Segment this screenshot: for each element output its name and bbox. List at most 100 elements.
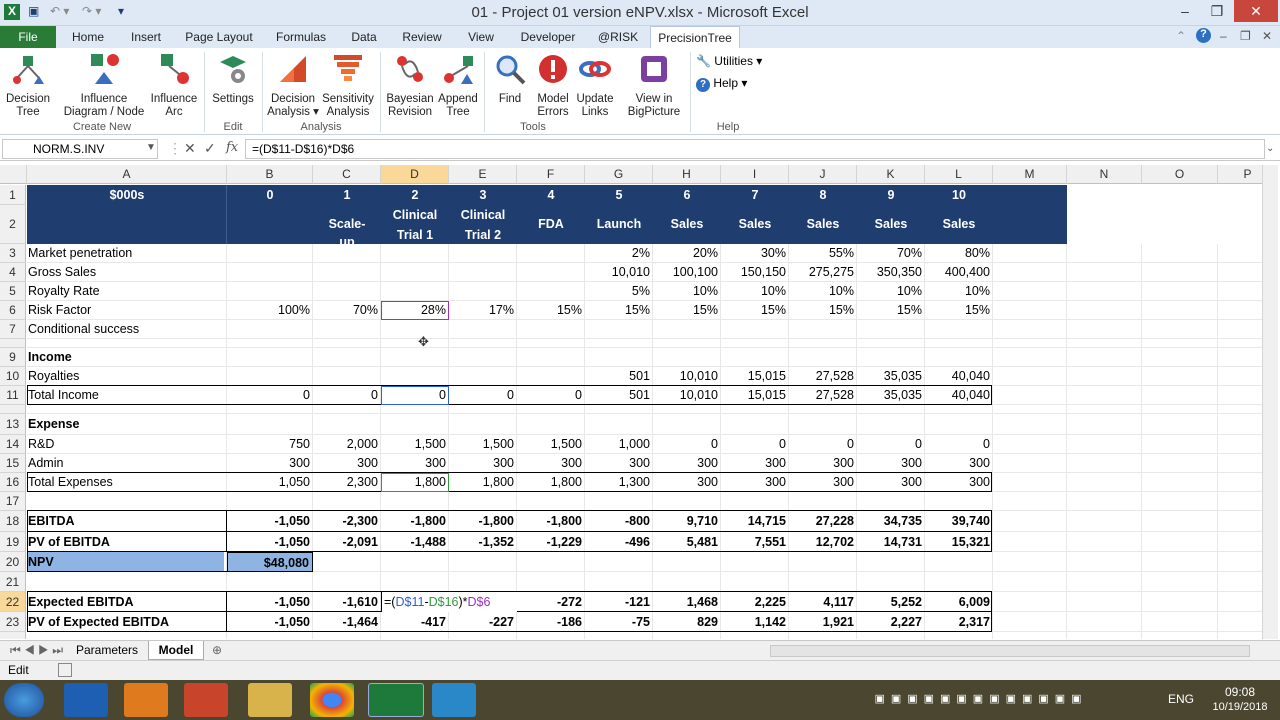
data-cell[interactable]: 2,000 [313, 435, 381, 454]
data-cell[interactable]: 10,010 [653, 367, 721, 386]
column-header-b[interactable]: B [227, 165, 313, 184]
data-cell[interactable]: 150,150 [721, 263, 789, 282]
cancel-icon[interactable]: ✕ [184, 140, 196, 157]
data-cell[interactable]: 15% [585, 301, 653, 320]
row-header-3[interactable]: 3 [0, 244, 26, 263]
column-header-d[interactable]: D [381, 165, 449, 184]
data-cell[interactable]: 100,100 [653, 263, 721, 282]
row-header-2[interactable]: 2 [0, 205, 26, 244]
tab-view[interactable]: View [460, 26, 502, 48]
data-cell[interactable]: 15,015 [721, 367, 789, 386]
data-cell[interactable]: 0 [653, 435, 721, 454]
row-header-12[interactable] [0, 405, 26, 414]
data-cell[interactable]: 300 [585, 454, 653, 473]
row-header-21[interactable]: 21 [0, 572, 26, 592]
insert-sheet-icon[interactable]: ⊕ [206, 641, 228, 660]
macro-record-icon[interactable] [58, 663, 72, 677]
row-header-18[interactable]: 18 [0, 511, 26, 532]
settings-button[interactable]: Settings [208, 52, 258, 106]
tab-precisiontree[interactable]: PrecisionTree [650, 26, 740, 48]
data-cell[interactable]: 15% [517, 301, 585, 320]
column-header-o[interactable]: O [1142, 165, 1218, 184]
ribbon-minimize-icon[interactable]: ⌃ [1176, 29, 1186, 45]
data-cell[interactable]: 5% [585, 282, 653, 301]
data-cell[interactable]: 1,500 [381, 435, 449, 454]
data-cell[interactable]: 10% [789, 282, 857, 301]
data-cell[interactable]: 17% [449, 301, 517, 320]
data-cell[interactable]: 300 [313, 454, 381, 473]
column-header-f[interactable]: F [517, 165, 585, 184]
tab-file[interactable]: File [0, 26, 56, 48]
tab-developer[interactable]: Developer [516, 26, 580, 48]
data-cell[interactable]: 1,000 [585, 435, 653, 454]
data-cell[interactable]: 10,010 [585, 263, 653, 282]
sheet-tab-model[interactable]: Model [148, 641, 204, 660]
data-cell[interactable]: 100% [227, 301, 313, 320]
column-header-a[interactable]: A [27, 165, 227, 184]
column-header-j[interactable]: J [789, 165, 857, 184]
help-menu[interactable]: ? Help ▾ [696, 76, 747, 92]
system-tray-icons[interactable]: ▣▣▣▣▣▣▣▣▣▣▣▣▣ [806, 692, 1156, 708]
row-header-17[interactable]: 17 [0, 492, 26, 511]
data-cell[interactable]: 750 [227, 435, 313, 454]
clock-time[interactable]: 09:08 [1200, 685, 1280, 699]
taskbar-excel-icon[interactable] [368, 683, 424, 717]
tab-page-layout[interactable]: Page Layout [182, 26, 256, 48]
start-button-icon[interactable] [4, 683, 44, 717]
namebox-dropdown-icon[interactable]: ▼ [146, 142, 156, 153]
taskbar-outlook-icon[interactable] [124, 683, 168, 717]
insert-function-icon[interactable]: fx [226, 140, 238, 155]
data-cell[interactable]: 10% [721, 282, 789, 301]
name-box[interactable]: NORM.S.INV [2, 139, 158, 159]
doc-minimize-icon[interactable]: – [1220, 29, 1227, 45]
data-cell[interactable]: 35,035 [857, 367, 925, 386]
data-cell[interactable]: 300 [517, 454, 585, 473]
row-header-7[interactable]: 7 [0, 320, 26, 339]
row-header-13[interactable]: 13 [0, 414, 26, 435]
tab-risk[interactable]: @RISK [592, 26, 644, 48]
formula-input[interactable]: =(D$11-D$16)*D$6 [245, 139, 1265, 159]
tab-insert[interactable]: Insert [124, 26, 168, 48]
utilities-menu[interactable]: 🔧 Utilities ▾ [696, 54, 762, 68]
data-cell[interactable]: 10% [653, 282, 721, 301]
data-cell[interactable]: 300 [925, 454, 993, 473]
column-header-k[interactable]: K [857, 165, 925, 184]
row-header-11[interactable]: 11 [0, 386, 26, 405]
data-cell[interactable]: 1,500 [449, 435, 517, 454]
data-cell[interactable]: 0 [721, 435, 789, 454]
data-cell[interactable]: 0 [925, 435, 993, 454]
taskbar-app2-icon[interactable] [432, 683, 476, 717]
data-cell[interactable]: 501 [585, 367, 653, 386]
model-errors-button[interactable]: Model Errors [532, 52, 574, 119]
column-header-m[interactable]: M [993, 165, 1067, 184]
row-header-16[interactable]: 16 [0, 473, 26, 492]
data-cell[interactable]: 20% [653, 244, 721, 263]
column-header-l[interactable]: L [925, 165, 993, 184]
data-cell[interactable]: 300 [857, 454, 925, 473]
find-button[interactable]: Find [488, 52, 532, 106]
influence-diagram-button[interactable]: Influence Diagram / Node [60, 52, 148, 119]
row-header-23[interactable]: 23 [0, 612, 26, 632]
row-header-1[interactable]: 1 [0, 185, 26, 205]
column-header-i[interactable]: I [721, 165, 789, 184]
doc-close-icon[interactable]: ✕ [1262, 29, 1272, 45]
sheet-nav-icon[interactable]: ⏮ ◀ ▶ ⏭ [4, 641, 69, 660]
influence-arc-button[interactable]: Influence Arc [148, 52, 200, 119]
bigpicture-button[interactable]: View in BigPicture [624, 52, 684, 119]
data-cell[interactable]: 15% [857, 301, 925, 320]
column-header-p[interactable]: P [1218, 165, 1262, 184]
data-cell[interactable]: 15% [721, 301, 789, 320]
row-header-8[interactable] [0, 339, 26, 348]
data-cell[interactable]: 0 [789, 435, 857, 454]
decision-analysis-button[interactable]: Decision Analysis ▾ [266, 52, 320, 119]
row-header-20[interactable]: 20 [0, 552, 26, 572]
data-cell[interactable]: 15% [789, 301, 857, 320]
select-all-corner[interactable] [0, 165, 27, 184]
horizontal-scrollbar[interactable] [770, 645, 1250, 657]
data-cell[interactable]: 15% [653, 301, 721, 320]
row-header-9[interactable]: 9 [0, 348, 26, 367]
data-cell[interactable]: 27,528 [789, 367, 857, 386]
data-cell[interactable]: 10% [925, 282, 993, 301]
column-header-e[interactable]: E [449, 165, 517, 184]
data-cell[interactable]: 350,350 [857, 263, 925, 282]
